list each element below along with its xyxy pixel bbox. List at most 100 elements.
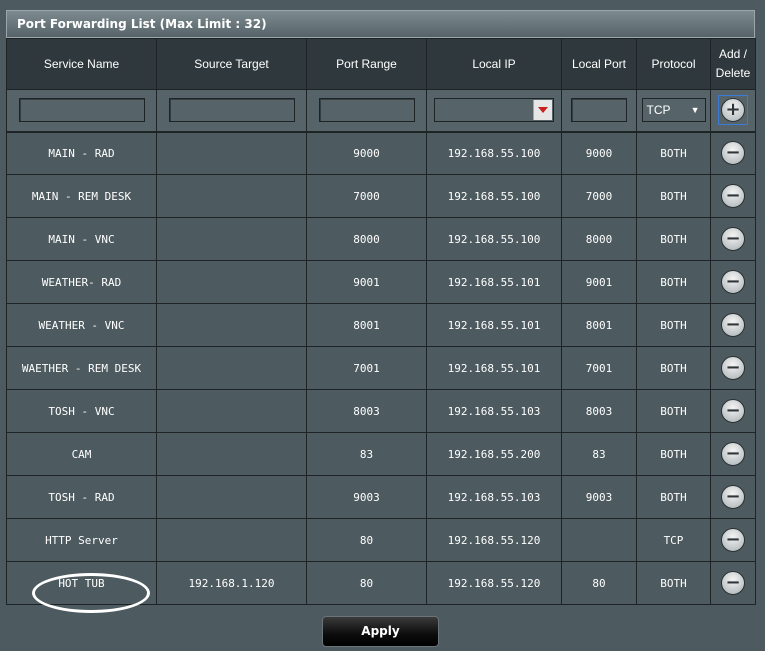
apply-button[interactable]: Apply bbox=[322, 616, 439, 647]
minus-circle-icon: − bbox=[725, 357, 741, 378]
service-name-cell: MAIN - RAD bbox=[6, 131, 157, 175]
port-forwarding-table: Service Name Source Target Port Range Lo… bbox=[6, 38, 756, 605]
source-target-input[interactable] bbox=[168, 98, 295, 123]
delete-button[interactable]: − bbox=[721, 184, 745, 208]
chevron-down-icon: ▼ bbox=[690, 105, 700, 116]
port-forwarding-panel: Port Forwarding List (Max Limit : 32) Se… bbox=[6, 10, 756, 613]
port-range-cell: 80 bbox=[306, 518, 427, 562]
local-port-cell: 9003 bbox=[561, 475, 637, 519]
local-port-cell: 8003 bbox=[561, 389, 637, 433]
local-ip-select[interactable] bbox=[434, 98, 554, 123]
protocol-cell: BOTH bbox=[636, 475, 711, 519]
local-port-cell: 7001 bbox=[561, 346, 637, 390]
source-target-cell bbox=[156, 432, 307, 476]
minus-circle-icon: − bbox=[725, 486, 741, 507]
input-row: TCP ▼ + bbox=[6, 89, 756, 133]
protocol-cell: TCP bbox=[636, 518, 711, 562]
local-port-cell: 8000 bbox=[561, 217, 637, 261]
delete-button[interactable]: − bbox=[721, 356, 745, 380]
port-range-cell: 7001 bbox=[306, 346, 427, 390]
minus-circle-icon: − bbox=[725, 443, 741, 464]
chevron-down-icon[interactable] bbox=[533, 100, 552, 121]
delete-button[interactable]: − bbox=[721, 442, 745, 466]
source-target-cell bbox=[156, 303, 307, 347]
delete-button[interactable]: − bbox=[721, 571, 745, 595]
protocol-cell: BOTH bbox=[636, 260, 711, 304]
service-name-cell: WEATHER - VNC bbox=[6, 303, 157, 347]
col-local-ip: Local IP bbox=[426, 38, 562, 90]
table-row: MAIN - REM DESK 7000 192.168.55.100 7000 BOT… bbox=[6, 174, 756, 218]
minus-circle-icon: − bbox=[725, 529, 741, 550]
delete-button[interactable]: − bbox=[721, 313, 745, 337]
service-name-cell: HTTP Server bbox=[6, 518, 157, 562]
local-port-cell bbox=[561, 518, 637, 562]
table-row: TOSH - VNC 8003 192.168.55.103 8003 BOTH − bbox=[6, 389, 756, 433]
header-row: Service Name Source Target Port Range Lo… bbox=[6, 38, 756, 90]
service-name-cell: TOSH - VNC bbox=[6, 389, 157, 433]
table-row: MAIN - RAD 9000 192.168.55.100 9000 BOTH − bbox=[6, 131, 756, 175]
minus-circle-icon: − bbox=[725, 572, 741, 593]
local-port-input[interactable] bbox=[571, 98, 627, 123]
protocol-cell: BOTH bbox=[636, 131, 711, 175]
local-port-cell: 8001 bbox=[561, 303, 637, 347]
source-target-cell bbox=[156, 260, 307, 304]
local-ip-cell: 192.168.55.101 bbox=[426, 346, 562, 390]
local-ip-cell: 192.168.55.103 bbox=[426, 475, 562, 519]
delete-button[interactable]: − bbox=[721, 399, 745, 423]
service-name-input[interactable] bbox=[18, 98, 145, 123]
table-row: WAETHER - REM DESK 7001 192.168.55.101 7001… bbox=[6, 346, 756, 390]
local-port-cell: 9001 bbox=[561, 260, 637, 304]
source-target-cell bbox=[156, 518, 307, 562]
source-target-cell: 192.168.1.120 bbox=[156, 561, 307, 605]
service-name-cell: WAETHER - REM DESK bbox=[6, 346, 157, 390]
port-range-cell: 9003 bbox=[306, 475, 427, 519]
local-ip-cell: 192.168.55.103 bbox=[426, 389, 562, 433]
table-row: WEATHER - VNC 8001 192.168.55.101 8001 BOTH − bbox=[6, 303, 756, 347]
col-port-range: Port Range bbox=[306, 38, 427, 90]
source-target-cell bbox=[156, 217, 307, 261]
port-range-cell: 9000 bbox=[306, 131, 427, 175]
minus-circle-icon: − bbox=[725, 228, 741, 249]
col-source-target: Source Target bbox=[156, 38, 307, 90]
protocol-cell: BOTH bbox=[636, 217, 711, 261]
minus-circle-icon: − bbox=[725, 142, 741, 164]
service-name-cell: WEATHER- RAD bbox=[6, 260, 157, 304]
protocol-cell: BOTH bbox=[636, 174, 711, 218]
delete-button[interactable]: − bbox=[721, 485, 745, 509]
protocol-cell: BOTH bbox=[636, 432, 711, 476]
minus-circle-icon: − bbox=[725, 185, 741, 206]
table-row: WEATHER- RAD 9001 192.168.55.101 9001 BOTH − bbox=[6, 260, 756, 304]
protocol-cell: BOTH bbox=[636, 303, 711, 347]
source-target-cell bbox=[156, 475, 307, 519]
delete-button[interactable]: − bbox=[721, 528, 745, 552]
col-add-delete: Add / Delete bbox=[710, 38, 756, 90]
port-range-cell: 8001 bbox=[306, 303, 427, 347]
add-button[interactable]: + bbox=[718, 95, 748, 126]
protocol-select[interactable]: TCP ▼ bbox=[641, 98, 706, 123]
port-range-input[interactable] bbox=[318, 98, 415, 123]
delete-button[interactable]: − bbox=[721, 227, 745, 251]
local-ip-cell: 192.168.55.100 bbox=[426, 217, 562, 261]
col-local-port: Local Port bbox=[561, 38, 637, 90]
port-range-cell: 8000 bbox=[306, 217, 427, 261]
local-port-cell: 7000 bbox=[561, 174, 637, 218]
col-service-name: Service Name bbox=[6, 38, 157, 90]
local-port-cell: 9000 bbox=[561, 131, 637, 175]
port-range-cell: 8003 bbox=[306, 389, 427, 433]
local-ip-cell: 192.168.55.101 bbox=[426, 303, 562, 347]
col-protocol: Protocol bbox=[636, 38, 711, 90]
service-name-cell: MAIN - REM DESK bbox=[6, 174, 157, 218]
source-target-cell bbox=[156, 131, 307, 175]
delete-button[interactable]: − bbox=[721, 141, 745, 166]
plus-circle-icon: + bbox=[721, 98, 745, 123]
source-target-cell bbox=[156, 346, 307, 390]
service-name-cell: MAIN - VNC bbox=[6, 217, 157, 261]
protocol-cell: BOTH bbox=[636, 561, 711, 605]
delete-button[interactable]: − bbox=[721, 270, 745, 294]
protocol-select-value: TCP bbox=[646, 103, 671, 118]
local-port-cell: 80 bbox=[561, 561, 637, 605]
table-row: TOSH - RAD 9003 192.168.55.103 9003 BOTH − bbox=[6, 475, 756, 519]
local-ip-cell: 192.168.55.200 bbox=[426, 432, 562, 476]
local-ip-cell: 192.168.55.100 bbox=[426, 174, 562, 218]
table-row: MAIN - VNC 8000 192.168.55.100 8000 BOTH − bbox=[6, 217, 756, 261]
